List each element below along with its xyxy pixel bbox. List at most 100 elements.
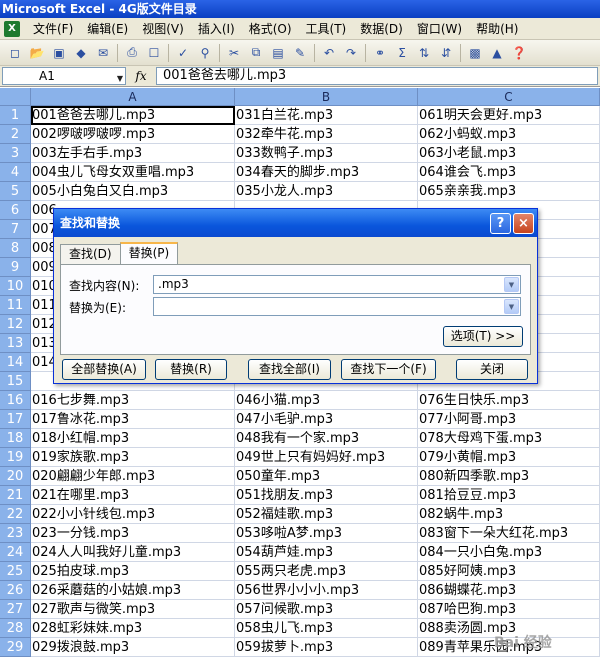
cell-b[interactable]: 053哆啦A梦.mp3 [235, 524, 418, 543]
cell-a[interactable]: 004虫儿飞母女双重唱.mp3 [31, 163, 235, 182]
find-next-button[interactable]: 查找下一个(F) [341, 359, 436, 380]
cell-a[interactable]: 026采蘑菇的小姑娘.mp3 [31, 581, 235, 600]
menu-window[interactable]: 窗口(W) [410, 18, 469, 40]
cell-b[interactable]: 049世上只有妈妈好.mp3 [235, 448, 418, 467]
replace-all-button[interactable]: 全部替换(A) [62, 359, 146, 380]
row-header[interactable]: 10 [0, 277, 31, 296]
row-header[interactable]: 27 [0, 600, 31, 619]
cell-b[interactable]: 056世界小小小.mp3 [235, 581, 418, 600]
row-header[interactable]: 5 [0, 182, 31, 201]
cell-c[interactable]: 079小黄帽.mp3 [418, 448, 600, 467]
row-header[interactable]: 22 [0, 505, 31, 524]
copy-icon[interactable]: ⧉ [247, 44, 265, 62]
replace-button[interactable]: 替换(R) [155, 359, 227, 380]
cell-b[interactable]: 052福娃歌.mp3 [235, 505, 418, 524]
spelling-icon[interactable]: ✓ [174, 44, 192, 62]
row-header[interactable]: 7 [0, 220, 31, 239]
help-button[interactable]: ? [490, 213, 511, 234]
dialog-title-bar[interactable]: 查找和替换 ? × [54, 209, 537, 237]
cell-a[interactable]: 025拍皮球.mp3 [31, 562, 235, 581]
formula-input[interactable]: 001爸爸去哪儿.mp3 [156, 67, 598, 85]
cell-a[interactable]: 001爸爸去哪儿.mp3 [31, 106, 235, 125]
cell-b[interactable]: 054葫芦娃.mp3 [235, 543, 418, 562]
cell-b[interactable]: 034春天的脚步.mp3 [235, 163, 418, 182]
cell-a[interactable]: 002啰啵啰啵啰.mp3 [31, 125, 235, 144]
row-header[interactable]: 3 [0, 144, 31, 163]
cell-a[interactable]: 016七步舞.mp3 [31, 391, 235, 410]
row-header[interactable]: 12 [0, 315, 31, 334]
cell-b[interactable]: 048我有一个家.mp3 [235, 429, 418, 448]
format-painter-icon[interactable]: ✎ [291, 44, 309, 62]
options-button[interactable]: 选项(T) >> [443, 326, 523, 347]
find-all-button[interactable]: 查找全部(I) [248, 359, 331, 380]
cell-a[interactable]: 019家族歌.mp3 [31, 448, 235, 467]
select-all-corner[interactable] [0, 88, 31, 106]
paste-icon[interactable]: ▤ [269, 44, 287, 62]
cell-b[interactable]: 032牵牛花.mp3 [235, 125, 418, 144]
cell-b[interactable]: 033数鸭子.mp3 [235, 144, 418, 163]
row-header[interactable]: 14 [0, 353, 31, 372]
tab-find[interactable]: 查找(D) [60, 244, 121, 264]
cell-c[interactable]: 082蜗牛.mp3 [418, 505, 600, 524]
row-header[interactable]: 19 [0, 448, 31, 467]
cell-a[interactable]: 028虹彩妹妹.mp3 [31, 619, 235, 638]
close-button[interactable]: 关闭 [456, 359, 528, 380]
cell-c[interactable]: 063小老鼠.mp3 [418, 144, 600, 163]
chevron-down-icon[interactable]: ▼ [504, 277, 519, 292]
sort-ascending-icon[interactable]: ⇅ [415, 44, 433, 62]
cell-b[interactable]: 058虫儿飞.mp3 [235, 619, 418, 638]
excel-app-icon[interactable]: X [4, 20, 20, 37]
chevron-down-icon[interactable]: ▼ [504, 299, 519, 314]
autosum-icon[interactable]: Σ [393, 44, 411, 62]
column-header-b[interactable]: B [235, 88, 418, 106]
cell-b[interactable]: 057问候歌.mp3 [235, 600, 418, 619]
tab-replace[interactable]: 替换(P) [119, 242, 179, 264]
row-header[interactable]: 16 [0, 391, 31, 410]
cell-c[interactable]: 087哈巴狗.mp3 [418, 600, 600, 619]
replace-with-input[interactable]: ▼ [153, 297, 521, 316]
row-header[interactable]: 13 [0, 334, 31, 353]
research-icon[interactable]: ⚲ [196, 44, 214, 62]
menu-view[interactable]: 视图(V) [135, 18, 191, 40]
cell-c[interactable]: 080新四季歌.mp3 [418, 467, 600, 486]
hyperlink-icon[interactable]: ⚭ [371, 44, 389, 62]
cell-a[interactable]: 020翩翩少年郎.mp3 [31, 467, 235, 486]
print-icon[interactable]: ⎙ [123, 44, 141, 62]
cell-c[interactable]: 076生日快乐.mp3 [418, 391, 600, 410]
undo-icon[interactable]: ↶ [320, 44, 338, 62]
new-icon[interactable]: ◻ [6, 44, 24, 62]
cell-c[interactable]: 084一只小白兔.mp3 [418, 543, 600, 562]
row-header[interactable]: 21 [0, 486, 31, 505]
row-header[interactable]: 9 [0, 258, 31, 277]
close-icon[interactable]: × [513, 213, 534, 234]
find-what-input[interactable]: .mp3 ▼ [153, 275, 521, 294]
row-header[interactable]: 24 [0, 543, 31, 562]
cell-c[interactable]: 085好阿姨.mp3 [418, 562, 600, 581]
insert-function-icon[interactable]: fx [126, 69, 156, 83]
row-header[interactable]: 17 [0, 410, 31, 429]
cell-a[interactable]: 027歌声与微笑.mp3 [31, 600, 235, 619]
row-header[interactable]: 26 [0, 581, 31, 600]
row-header[interactable]: 2 [0, 125, 31, 144]
cell-a[interactable]: 021在哪里.mp3 [31, 486, 235, 505]
cell-a[interactable]: 023一分钱.mp3 [31, 524, 235, 543]
sort-descending-icon[interactable]: ⇵ [437, 44, 455, 62]
row-header[interactable]: 8 [0, 239, 31, 258]
cell-b[interactable]: 051找朋友.mp3 [235, 486, 418, 505]
cell-a[interactable]: 029拨浪鼓.mp3 [31, 638, 235, 657]
cell-a[interactable]: 003左手右手.mp3 [31, 144, 235, 163]
menu-format[interactable]: 格式(O) [242, 18, 299, 40]
cell-b[interactable]: 031白兰花.mp3 [235, 106, 418, 125]
cell-a[interactable]: 018小红帽.mp3 [31, 429, 235, 448]
cell-b[interactable]: 059拔萝卜.mp3 [235, 638, 418, 657]
chevron-down-icon[interactable]: ▼ [117, 71, 123, 87]
row-header[interactable]: 4 [0, 163, 31, 182]
redo-icon[interactable]: ↷ [342, 44, 360, 62]
cell-c[interactable]: 062小蚂蚁.mp3 [418, 125, 600, 144]
row-header[interactable]: 29 [0, 638, 31, 657]
cell-a[interactable]: 005小白兔白又白.mp3 [31, 182, 235, 201]
menu-help[interactable]: 帮助(H) [469, 18, 525, 40]
row-header[interactable]: 28 [0, 619, 31, 638]
row-header[interactable]: 1 [0, 106, 31, 125]
cell-c[interactable]: 061明天会更好.mp3 [418, 106, 600, 125]
